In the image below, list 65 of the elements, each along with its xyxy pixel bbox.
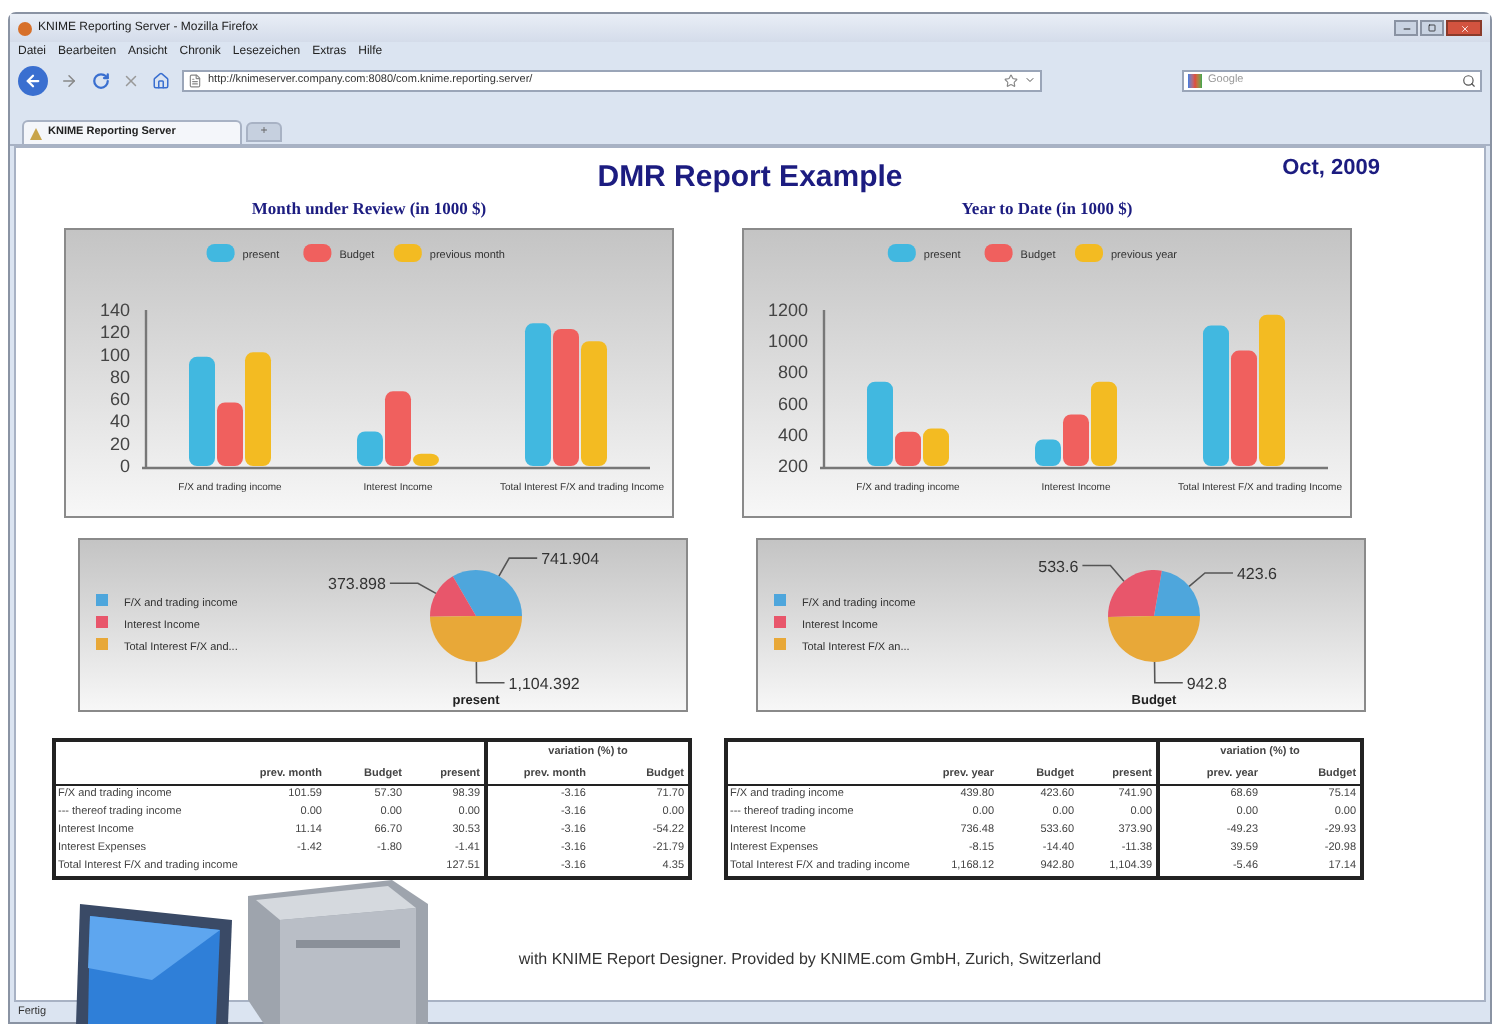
tick-label: 80 — [109, 366, 130, 387]
legend-swatch — [887, 243, 916, 262]
leader-line — [1153, 660, 1184, 683]
footer-text: with KNIME Report Designer. Provided by KNIME.com GmbH, Zurich, Switzerland — [516, 950, 1102, 968]
leader-line — [389, 581, 437, 594]
tick-label: 1000 — [767, 330, 808, 351]
bar — [1203, 325, 1229, 466]
value-label: 942.8 — [1186, 674, 1227, 693]
tick-label: 200 — [777, 455, 808, 476]
home-button[interactable] — [152, 71, 170, 89]
value-label: 373.898 — [328, 574, 386, 593]
legend-swatch — [393, 243, 422, 262]
bar — [553, 328, 579, 466]
value-label: 423.6 — [1237, 564, 1278, 583]
tick-label: 140 — [99, 299, 130, 320]
back-arrow-icon[interactable] — [24, 71, 42, 89]
firefox-icon — [18, 21, 32, 35]
reload-button[interactable] — [92, 71, 110, 89]
legend-swatch — [96, 615, 108, 628]
legend-swatch — [774, 637, 786, 650]
legend-swatch — [206, 243, 235, 262]
tick-label: 800 — [777, 361, 808, 382]
tick-label: 20 — [109, 433, 130, 454]
tick-label: 40 — [109, 410, 130, 431]
maximize-icon[interactable] — [1428, 24, 1436, 32]
dropdown-icon[interactable] — [1024, 74, 1036, 86]
bookmark-star-icon[interactable] — [1004, 73, 1018, 87]
tick-label: 400 — [777, 424, 808, 445]
tick-label: 120 — [99, 321, 130, 342]
leader-line — [1188, 571, 1234, 587]
search-icon[interactable] — [1462, 73, 1476, 87]
minimize-icon[interactable] — [1401, 23, 1411, 33]
report-title: DMR Report Example — [597, 157, 903, 198]
legend-swatch — [96, 637, 108, 650]
search-engine-icon[interactable] — [1188, 73, 1202, 87]
value-label: 533.6 — [1038, 557, 1079, 575]
tick-label: 60 — [109, 388, 130, 409]
value-label: 1,104.392 — [508, 674, 580, 693]
leader-line — [498, 556, 538, 577]
bar — [1231, 350, 1257, 466]
stop-button[interactable] — [122, 71, 140, 89]
back-button[interactable] — [18, 65, 48, 95]
legend-swatch — [303, 243, 332, 262]
page-icon — [188, 73, 202, 87]
legend-swatch — [984, 243, 1013, 262]
leader-line — [1081, 564, 1125, 582]
maximize-button[interactable] — [1420, 20, 1444, 36]
tick-label: 100 — [99, 344, 130, 365]
legend-swatch — [774, 615, 786, 628]
tick-label: 0 — [119, 455, 130, 476]
legend-swatch — [96, 593, 108, 606]
legend-swatch — [774, 593, 786, 606]
bar — [581, 340, 607, 466]
chart-heading: Year to Date (in 1000 $) — [959, 196, 1135, 222]
tick-label: 1200 — [767, 299, 808, 320]
legend-swatch — [1075, 243, 1103, 262]
bar — [923, 428, 949, 466]
minimize-button[interactable] — [1394, 20, 1418, 36]
report-date: Oct, 2009 — [1282, 154, 1380, 184]
leader-line — [475, 660, 506, 683]
chart-heading: Month under Review (in 1000 $) — [249, 196, 489, 222]
value-label: 741.904 — [541, 549, 600, 568]
tick-label: 600 — [777, 393, 808, 414]
close-button[interactable] — [1446, 20, 1482, 36]
bar — [525, 322, 551, 466]
